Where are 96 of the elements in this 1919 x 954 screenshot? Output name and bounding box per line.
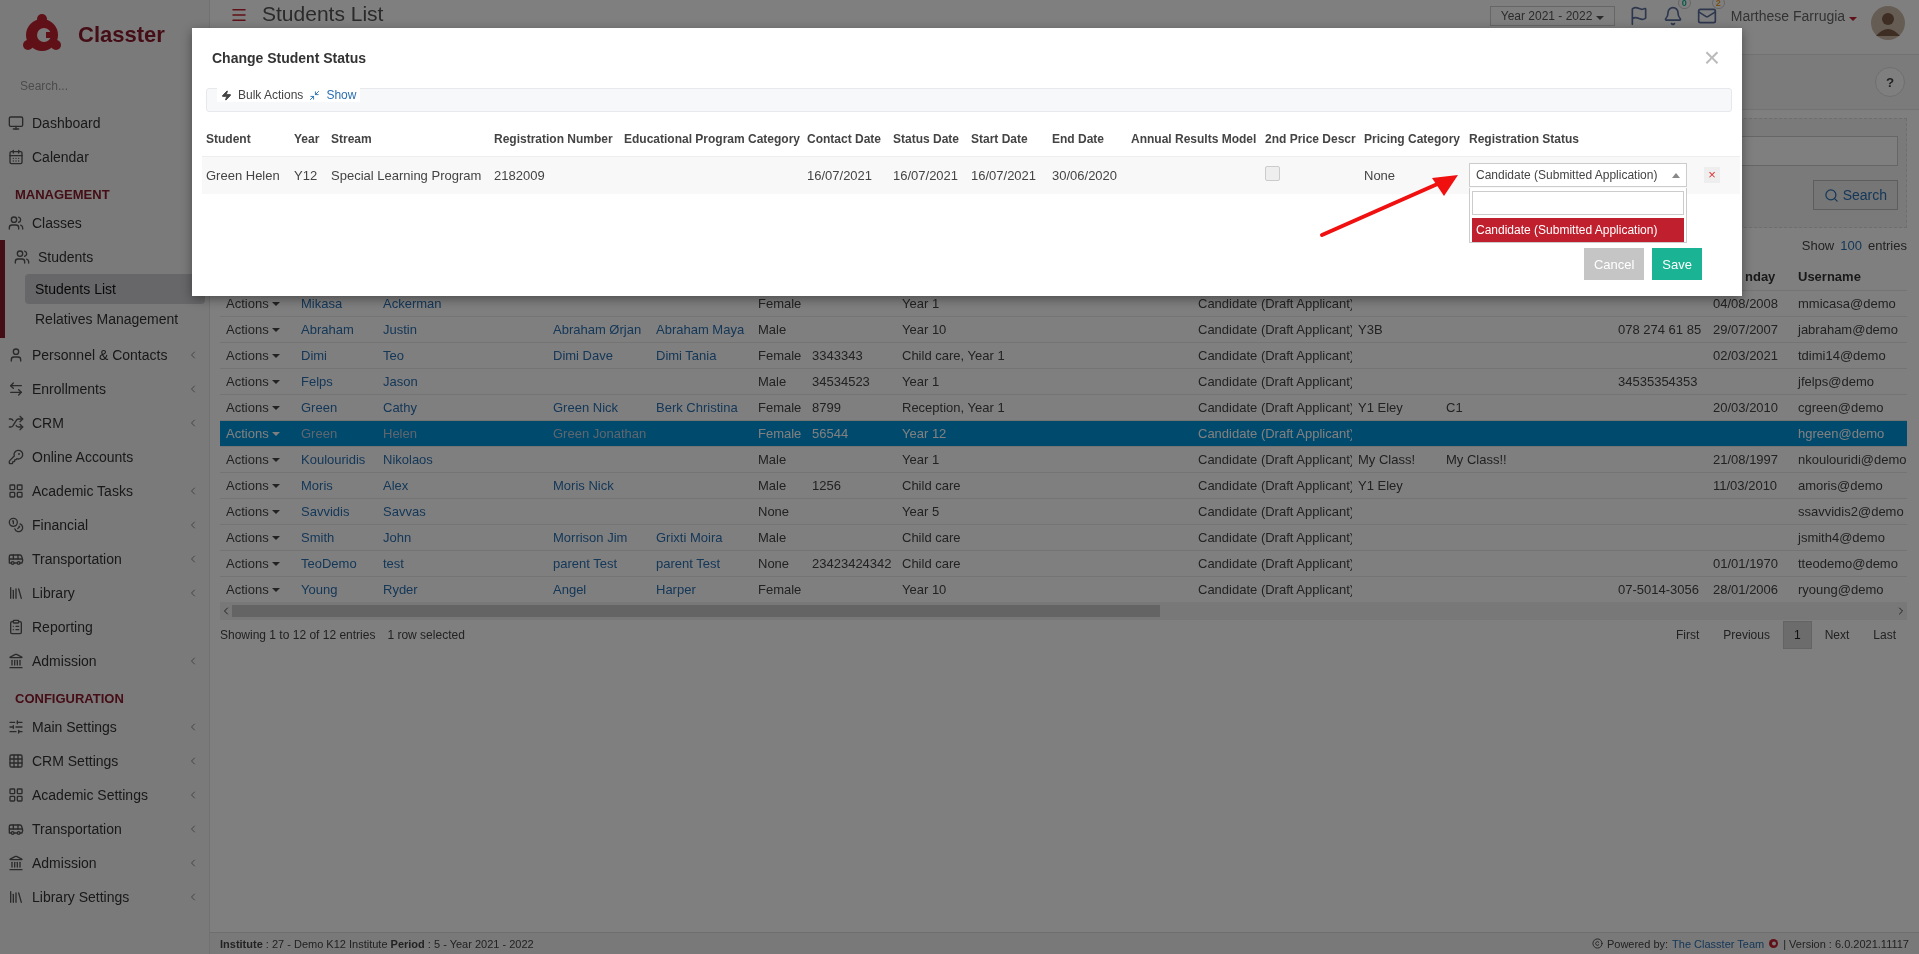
table-cell: 34535354353 bbox=[1618, 374, 1698, 389]
table-cell: Y3B bbox=[1358, 322, 1383, 337]
table-cell: 34534523 bbox=[812, 374, 870, 389]
table-cell: 28/01/2006 bbox=[1713, 582, 1779, 597]
column-header: Registration Number bbox=[494, 131, 613, 146]
table-cell: Year 12 bbox=[902, 426, 947, 441]
table-cell: Female bbox=[758, 400, 802, 415]
column-header: Contact Date bbox=[807, 131, 881, 146]
table-cell: Male bbox=[758, 374, 787, 389]
table-cell: 07-5014-3056 bbox=[1618, 582, 1699, 597]
table-cell: 23423424342 bbox=[812, 556, 892, 571]
table-cell: Female bbox=[758, 426, 802, 441]
table-cell: 11/03/2010 bbox=[1713, 478, 1778, 493]
table-cell: 02/03/2021 bbox=[1713, 348, 1779, 363]
section-heading: CONFIGURATION bbox=[14, 690, 125, 708]
column-header: Annual Results Model bbox=[1131, 131, 1257, 146]
show-label: Show bbox=[1801, 237, 1835, 253]
table-cell: ryoung@demo bbox=[1798, 582, 1884, 597]
table-cell: hgreen@demo bbox=[1798, 426, 1885, 441]
table-cell: Y1 Eley bbox=[1358, 400, 1403, 415]
column-header: Stream bbox=[331, 131, 372, 146]
powered-by-label: Powered by: bbox=[1606, 937, 1669, 950]
app-name: Classter bbox=[78, 22, 165, 48]
section-heading: MANAGEMENT bbox=[14, 186, 111, 204]
table-cell: My Class!! bbox=[1446, 452, 1507, 467]
table-cell: mmicasa@demo bbox=[1798, 296, 1896, 311]
table-cell: Reception, Year 1 bbox=[902, 400, 1005, 415]
dialog-title: Change Student Status bbox=[212, 50, 366, 66]
table-cell: Child care bbox=[902, 478, 961, 493]
table-cell: Female bbox=[758, 348, 802, 363]
table-cell: Male bbox=[758, 530, 787, 545]
table-cell: Child care, Year 1 bbox=[902, 348, 1005, 363]
table-cell: Year 1 bbox=[902, 296, 940, 311]
column-header: Pricing Category bbox=[1364, 131, 1461, 146]
table-cell: Year 1 bbox=[902, 452, 940, 467]
table-cell: 01/01/1970 bbox=[1713, 556, 1779, 571]
column-header: Student bbox=[206, 131, 251, 146]
table-cell: Y12 bbox=[294, 167, 318, 183]
table-cell: Male bbox=[758, 322, 787, 337]
table-cell: 2182009 bbox=[494, 167, 545, 183]
table-cell: amoris@demo bbox=[1798, 478, 1883, 493]
table-cell: None bbox=[1364, 167, 1396, 183]
table-cell: 16/07/2021 bbox=[971, 167, 1037, 183]
table-cell: cgreen@demo bbox=[1798, 400, 1884, 415]
table-cell: Female bbox=[758, 582, 802, 597]
column-header: Registration Status bbox=[1469, 131, 1579, 146]
table-cell: 04/08/2008 bbox=[1713, 296, 1779, 311]
table-cell: 16/07/2021 bbox=[893, 167, 959, 183]
table-cell: Male bbox=[758, 452, 787, 467]
table-cell: Male bbox=[758, 478, 787, 493]
table-cell: Female bbox=[758, 296, 802, 311]
column-header: Status Date bbox=[893, 131, 960, 146]
table-cell: jabraham@demo bbox=[1798, 322, 1898, 337]
table-cell: C1 bbox=[1446, 400, 1463, 415]
table-cell: Year 5 bbox=[902, 504, 940, 519]
table-cell: Child care bbox=[902, 530, 961, 545]
table-cell: tteodemo@demo bbox=[1798, 556, 1898, 571]
institute-info: Institute : 27 - Demo K12 Institute Period : 5 - Year 2021 - 2022 bbox=[220, 937, 534, 950]
table-cell: Year 10 bbox=[902, 582, 947, 597]
column-header: Year bbox=[294, 131, 320, 146]
table-cell: My Class! bbox=[1358, 452, 1416, 467]
table-cell: Child care bbox=[902, 556, 961, 571]
table-cell: jsmith4@demo bbox=[1798, 530, 1885, 545]
table-cell: Special Learning Program bbox=[331, 167, 482, 183]
table-cell: 078 274 61 85 bbox=[1618, 322, 1702, 337]
table-cell: ssavvidis2@demo bbox=[1798, 504, 1904, 519]
table-cell: 16/07/2021 bbox=[807, 167, 873, 183]
version-label: | Version : 6.0.2021.11117 bbox=[1783, 937, 1909, 950]
table-cell: tdimi14@demo bbox=[1798, 348, 1886, 363]
table-cell: None bbox=[758, 556, 790, 571]
column-header: Educational Program Category bbox=[624, 131, 801, 146]
notification-count: 0 bbox=[1677, 0, 1691, 9]
table-cell: 29/07/2007 bbox=[1713, 322, 1779, 337]
message-count: 2 bbox=[1711, 0, 1725, 9]
column-header: End Date bbox=[1052, 131, 1104, 146]
page-title: Students List bbox=[262, 2, 385, 26]
entries-label: entries bbox=[1867, 237, 1907, 253]
selection-summary: 1 row selected bbox=[387, 628, 465, 642]
column-header: 2nd Price Descr bbox=[1265, 131, 1356, 146]
table-cell: 20/03/2010 bbox=[1713, 400, 1779, 415]
table-cell: nkoulouridi@demo bbox=[1798, 452, 1907, 467]
bulk-actions-label: Bulk Actions bbox=[238, 88, 304, 102]
table-cell: 3343343 bbox=[812, 348, 863, 363]
table-cell: None bbox=[758, 504, 790, 519]
table-cell: 30/06/2020 bbox=[1052, 167, 1118, 183]
table-cell: Year 1 bbox=[902, 374, 940, 389]
table-cell: jfelps@demo bbox=[1798, 374, 1875, 389]
table-cell: Year 10 bbox=[902, 322, 947, 337]
table-cell: Green Helen bbox=[206, 167, 280, 183]
table-cell: 8799 bbox=[812, 400, 841, 415]
table-cell: Y1 Eley bbox=[1358, 478, 1403, 493]
column-header: Start Date bbox=[971, 131, 1028, 146]
table-cell: 1256 bbox=[812, 478, 841, 493]
table-cell: 56544 bbox=[812, 426, 849, 441]
entries-summary: Showing 1 to 12 of 12 entries bbox=[220, 628, 376, 642]
table-cell: 21/08/1997 bbox=[1713, 452, 1779, 467]
